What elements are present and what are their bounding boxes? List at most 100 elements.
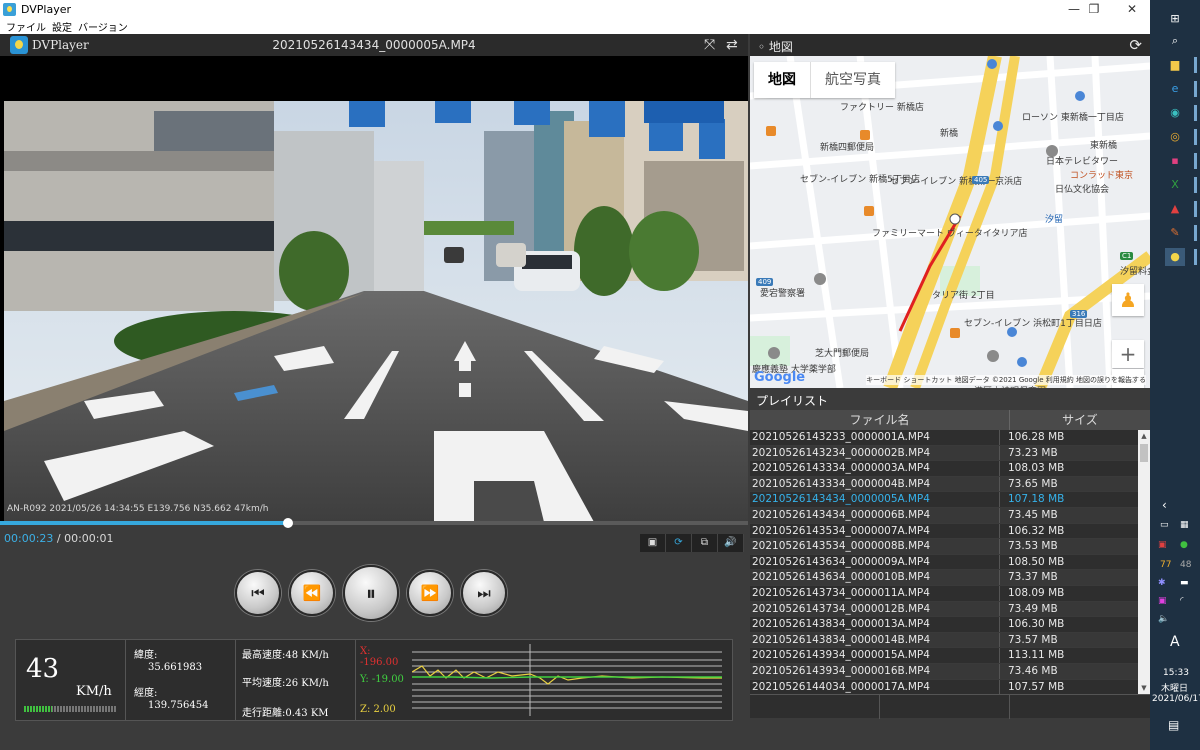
mini-toolbar: ▣ ⟳ ⧉ 🔊 <box>640 534 744 552</box>
playlist-header: プレイリスト <box>750 388 1150 410</box>
map-attribution[interactable]: キーボード ショートカット 地図データ ©2021 Google 利用規約 地図… <box>866 375 1146 385</box>
distance: 走行距離:0.43 KM <box>242 708 329 719</box>
map-label: 愛宕警察署 <box>760 289 806 299</box>
tab-satellite[interactable]: 航空写真 <box>810 62 895 98</box>
tray-app-icon[interactable]: ▭ <box>1160 520 1169 530</box>
y-axis-label: Y: -19.00 <box>360 674 404 685</box>
map-label: セブン-イレブン 新橋第一京浜店 <box>890 177 1023 187</box>
row-size: 73.37 MB <box>1008 571 1058 584</box>
playlist-row[interactable]: 20210526143734_0000011A.MP4 108.09 MB <box>750 585 1138 602</box>
menu-settings[interactable]: 設定 <box>52 19 72 34</box>
edge-legacy-icon[interactable]: e <box>1165 80 1185 98</box>
notifications-icon[interactable]: ▤ <box>1168 718 1179 732</box>
tray-app-icon[interactable]: ▦ <box>1180 520 1189 530</box>
snapshot-button[interactable]: ▣ <box>640 534 666 552</box>
playlist-row[interactable]: 20210526143734_0000012B.MP4 73.49 MB <box>750 601 1138 618</box>
menu-file[interactable]: ファイル <box>6 19 46 34</box>
scroll-up-icon[interactable]: ▲ <box>1138 430 1150 442</box>
battery-icon[interactable]: ▬ <box>1180 578 1189 588</box>
playlist-scrollbar[interactable]: ▲ ▼ <box>1138 430 1150 694</box>
tray-expand-icon[interactable]: ‹ <box>1162 498 1167 512</box>
tray-app-icon[interactable]: ▣ <box>1158 596 1167 606</box>
map-view[interactable]: 地図 航空写真 ファクトリー 新橋店 ローソン 東新橋一丁目店 新橋 新橋四郵便局 東新… <box>750 56 1150 388</box>
tab-map[interactable]: 地図 <box>754 62 810 98</box>
row-filename: 20210526143334_0000003A.MP4 <box>750 461 1000 476</box>
street-view-pegman-icon[interactable]: ♟ <box>1112 284 1144 316</box>
video-frame[interactable]: AN-R092 2021/05/26 14:34:55 E139.756 N35… <box>4 101 748 522</box>
zoom-in-button[interactable]: + <box>1112 340 1144 368</box>
scroll-down-icon[interactable]: ▼ <box>1138 682 1150 694</box>
playlist-row[interactable]: 20210526143434_0000005A.MP4 107.18 MB <box>750 492 1138 508</box>
playlist-row[interactable]: 20210526143634_0000009A.MP4 108.50 MB <box>750 554 1138 571</box>
row-filename: 20210526143534_0000008B.MP4 <box>750 539 1000 554</box>
wechat-icon[interactable]: ● <box>1180 540 1188 550</box>
map-header: ◦ 地図 ⟳ <box>750 34 1150 56</box>
close-button[interactable]: ✕ <box>1112 0 1152 18</box>
col-filename-header[interactable]: ファイル名 <box>750 410 1010 430</box>
chrome-icon[interactable]: ◎ <box>1165 128 1185 146</box>
footer-cell <box>750 695 880 719</box>
map-type-tabs: 地図 航空写真 <box>754 62 895 98</box>
col-size-header[interactable]: サイズ <box>1010 410 1150 430</box>
playlist-row[interactable]: 20210526143834_0000014B.MP4 73.57 MB <box>750 632 1138 649</box>
dvplayer-taskbar-icon[interactable]: ● <box>1165 248 1185 266</box>
playlist-row[interactable]: 20210526143934_0000015A.MP4 113.11 MB <box>750 648 1138 664</box>
video-area: AN-R092 2021/05/26 14:34:55 E139.756 N35… <box>0 56 748 524</box>
rewind-icon: ⏪ <box>302 584 322 602</box>
maximize-button[interactable]: ❐ <box>1074 0 1114 18</box>
menu-bar: ファイル 設定 バージョン <box>0 18 1150 34</box>
clock-date[interactable]: 2021/06/17 <box>1152 694 1200 704</box>
row-filename: 20210526143634_0000009A.MP4 <box>750 554 1000 570</box>
previous-file-button[interactable]: ⏮ <box>235 570 281 616</box>
tray-app-icon[interactable]: ▣ <box>1158 540 1167 550</box>
file-explorer-icon[interactable]: ▆ <box>1165 56 1185 74</box>
row-size: 73.57 MB <box>1008 633 1058 646</box>
playlist-row[interactable]: 20210526143534_0000008B.MP4 73.53 MB <box>750 539 1138 555</box>
swap-icon[interactable]: ⇄ <box>726 37 738 53</box>
playlist-row[interactable]: 20210526143233_0000001A.MP4 106.28 MB <box>750 430 1138 446</box>
pause-button[interactable]: ⏸ <box>343 565 399 621</box>
seek-knob[interactable] <box>283 518 293 528</box>
clock-weekday[interactable]: 木曜日 <box>1161 681 1188 694</box>
menu-version[interactable]: バージョン <box>78 19 128 34</box>
next-file-button[interactable]: ⏭ <box>461 570 507 616</box>
playlist-row[interactable]: 20210526143634_0000010B.MP4 73.37 MB <box>750 570 1138 586</box>
playlist-row[interactable]: 20210526143834_0000013A.MP4 106.30 MB <box>750 617 1138 633</box>
scroll-thumb[interactable] <box>1140 444 1148 462</box>
volume-icon[interactable]: 🔈 <box>1158 614 1169 624</box>
row-size: 108.50 MB <box>1008 555 1065 568</box>
window-size-button[interactable]: ⧉ <box>692 534 718 552</box>
search-icon[interactable]: ⌕ <box>1165 32 1185 50</box>
taskbar-indicator <box>1194 249 1197 265</box>
playlist-row[interactable]: 20210526143934_0000016B.MP4 73.46 MB <box>750 663 1138 680</box>
playlist-row[interactable]: 20210526144034_0000017A.MP4 107.57 MB <box>750 679 1138 694</box>
max-speed: 最高速度:48 KM/h <box>242 650 329 661</box>
ime-indicator[interactable]: A <box>1170 634 1180 650</box>
playlist-row[interactable]: 20210526143334_0000003A.MP4 108.03 MB <box>750 461 1138 477</box>
latitude-value: 35.661983 <box>148 662 203 673</box>
rotate-button[interactable]: ⟳ <box>666 534 692 552</box>
start-icon[interactable]: ⊞ <box>1165 10 1185 28</box>
wifi-icon[interactable]: ◜ <box>1180 596 1184 606</box>
tray-app-icon[interactable]: ✱ <box>1158 578 1166 588</box>
volume-button[interactable]: 🔊 <box>718 534 744 552</box>
playlist-row[interactable]: 20210526143334_0000004B.MP4 73.65 MB <box>750 476 1138 493</box>
fast-forward-button[interactable]: ⏩ <box>407 570 453 616</box>
app-icon[interactable]: ▪ <box>1165 152 1185 170</box>
fullscreen-icon[interactable]: ⤧ <box>704 37 715 53</box>
edge-icon[interactable]: ◉ <box>1165 104 1185 122</box>
refresh-icon[interactable]: ⟳ <box>1129 36 1142 54</box>
row-size: 73.45 MB <box>1008 508 1058 521</box>
playlist-row[interactable]: 20210526143234_0000002B.MP4 73.23 MB <box>750 445 1138 462</box>
windows-taskbar: ⊞ ⌕ ▆ e ◉ ◎ ▪ X ▲ ✎ ● ‹ ▭ ▦ ▣ ● 77 48 ✱ … <box>1150 0 1200 750</box>
row-size: 108.09 MB <box>1008 586 1065 599</box>
clock-time[interactable]: 15:33 <box>1163 668 1189 678</box>
seek-bar[interactable] <box>0 518 748 528</box>
excel-icon[interactable]: X <box>1165 176 1185 194</box>
rewind-button[interactable]: ⏪ <box>289 570 335 616</box>
playlist-row[interactable]: 20210526143434_0000006B.MP4 73.45 MB <box>750 507 1138 524</box>
road-number-badge: 409 <box>756 278 774 286</box>
playlist-row[interactable]: 20210526143534_0000007A.MP4 106.32 MB <box>750 523 1138 540</box>
pdf-icon[interactable]: ▲ <box>1165 200 1185 218</box>
tool-icon[interactable]: ✎ <box>1165 224 1185 242</box>
